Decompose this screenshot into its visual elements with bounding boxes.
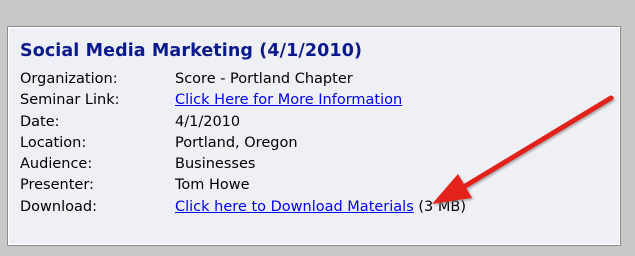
date-label: Date: [20,113,60,130]
more-information-link[interactable]: Click Here for More Information [175,92,402,108]
audience-value: Businesses [175,156,256,173]
presenter-value: Tom Howe [175,177,250,194]
screenshot-frame: Social Media Marketing (4/1/2010) Organi… [0,0,635,248]
download-size: (3 MB) [413,198,466,215]
event-card: Social Media Marketing (4/1/2010) Organi… [7,26,621,246]
download-value: Click here to Download Materials (3 MB) [175,197,466,218]
audience-label: Audience: [20,156,93,173]
seminar-link-label: Seminar Link: [20,92,120,109]
download-materials-link[interactable]: Click here to Download Materials [175,199,414,215]
date-value: 4/1/2010 [175,113,241,130]
download-label: Download: [20,198,97,215]
organization-label: Organization: [20,71,118,87]
location-label: Location: [20,134,87,151]
location-value: Portland, Oregon [175,134,298,151]
presenter-label: Presenter: [20,177,94,194]
seminar-link-value: Click Here for More Information [175,90,402,111]
event-title: Social Media Marketing (4/1/2010) [20,41,363,61]
organization-value: Score - Portland Chapter [175,71,353,87]
